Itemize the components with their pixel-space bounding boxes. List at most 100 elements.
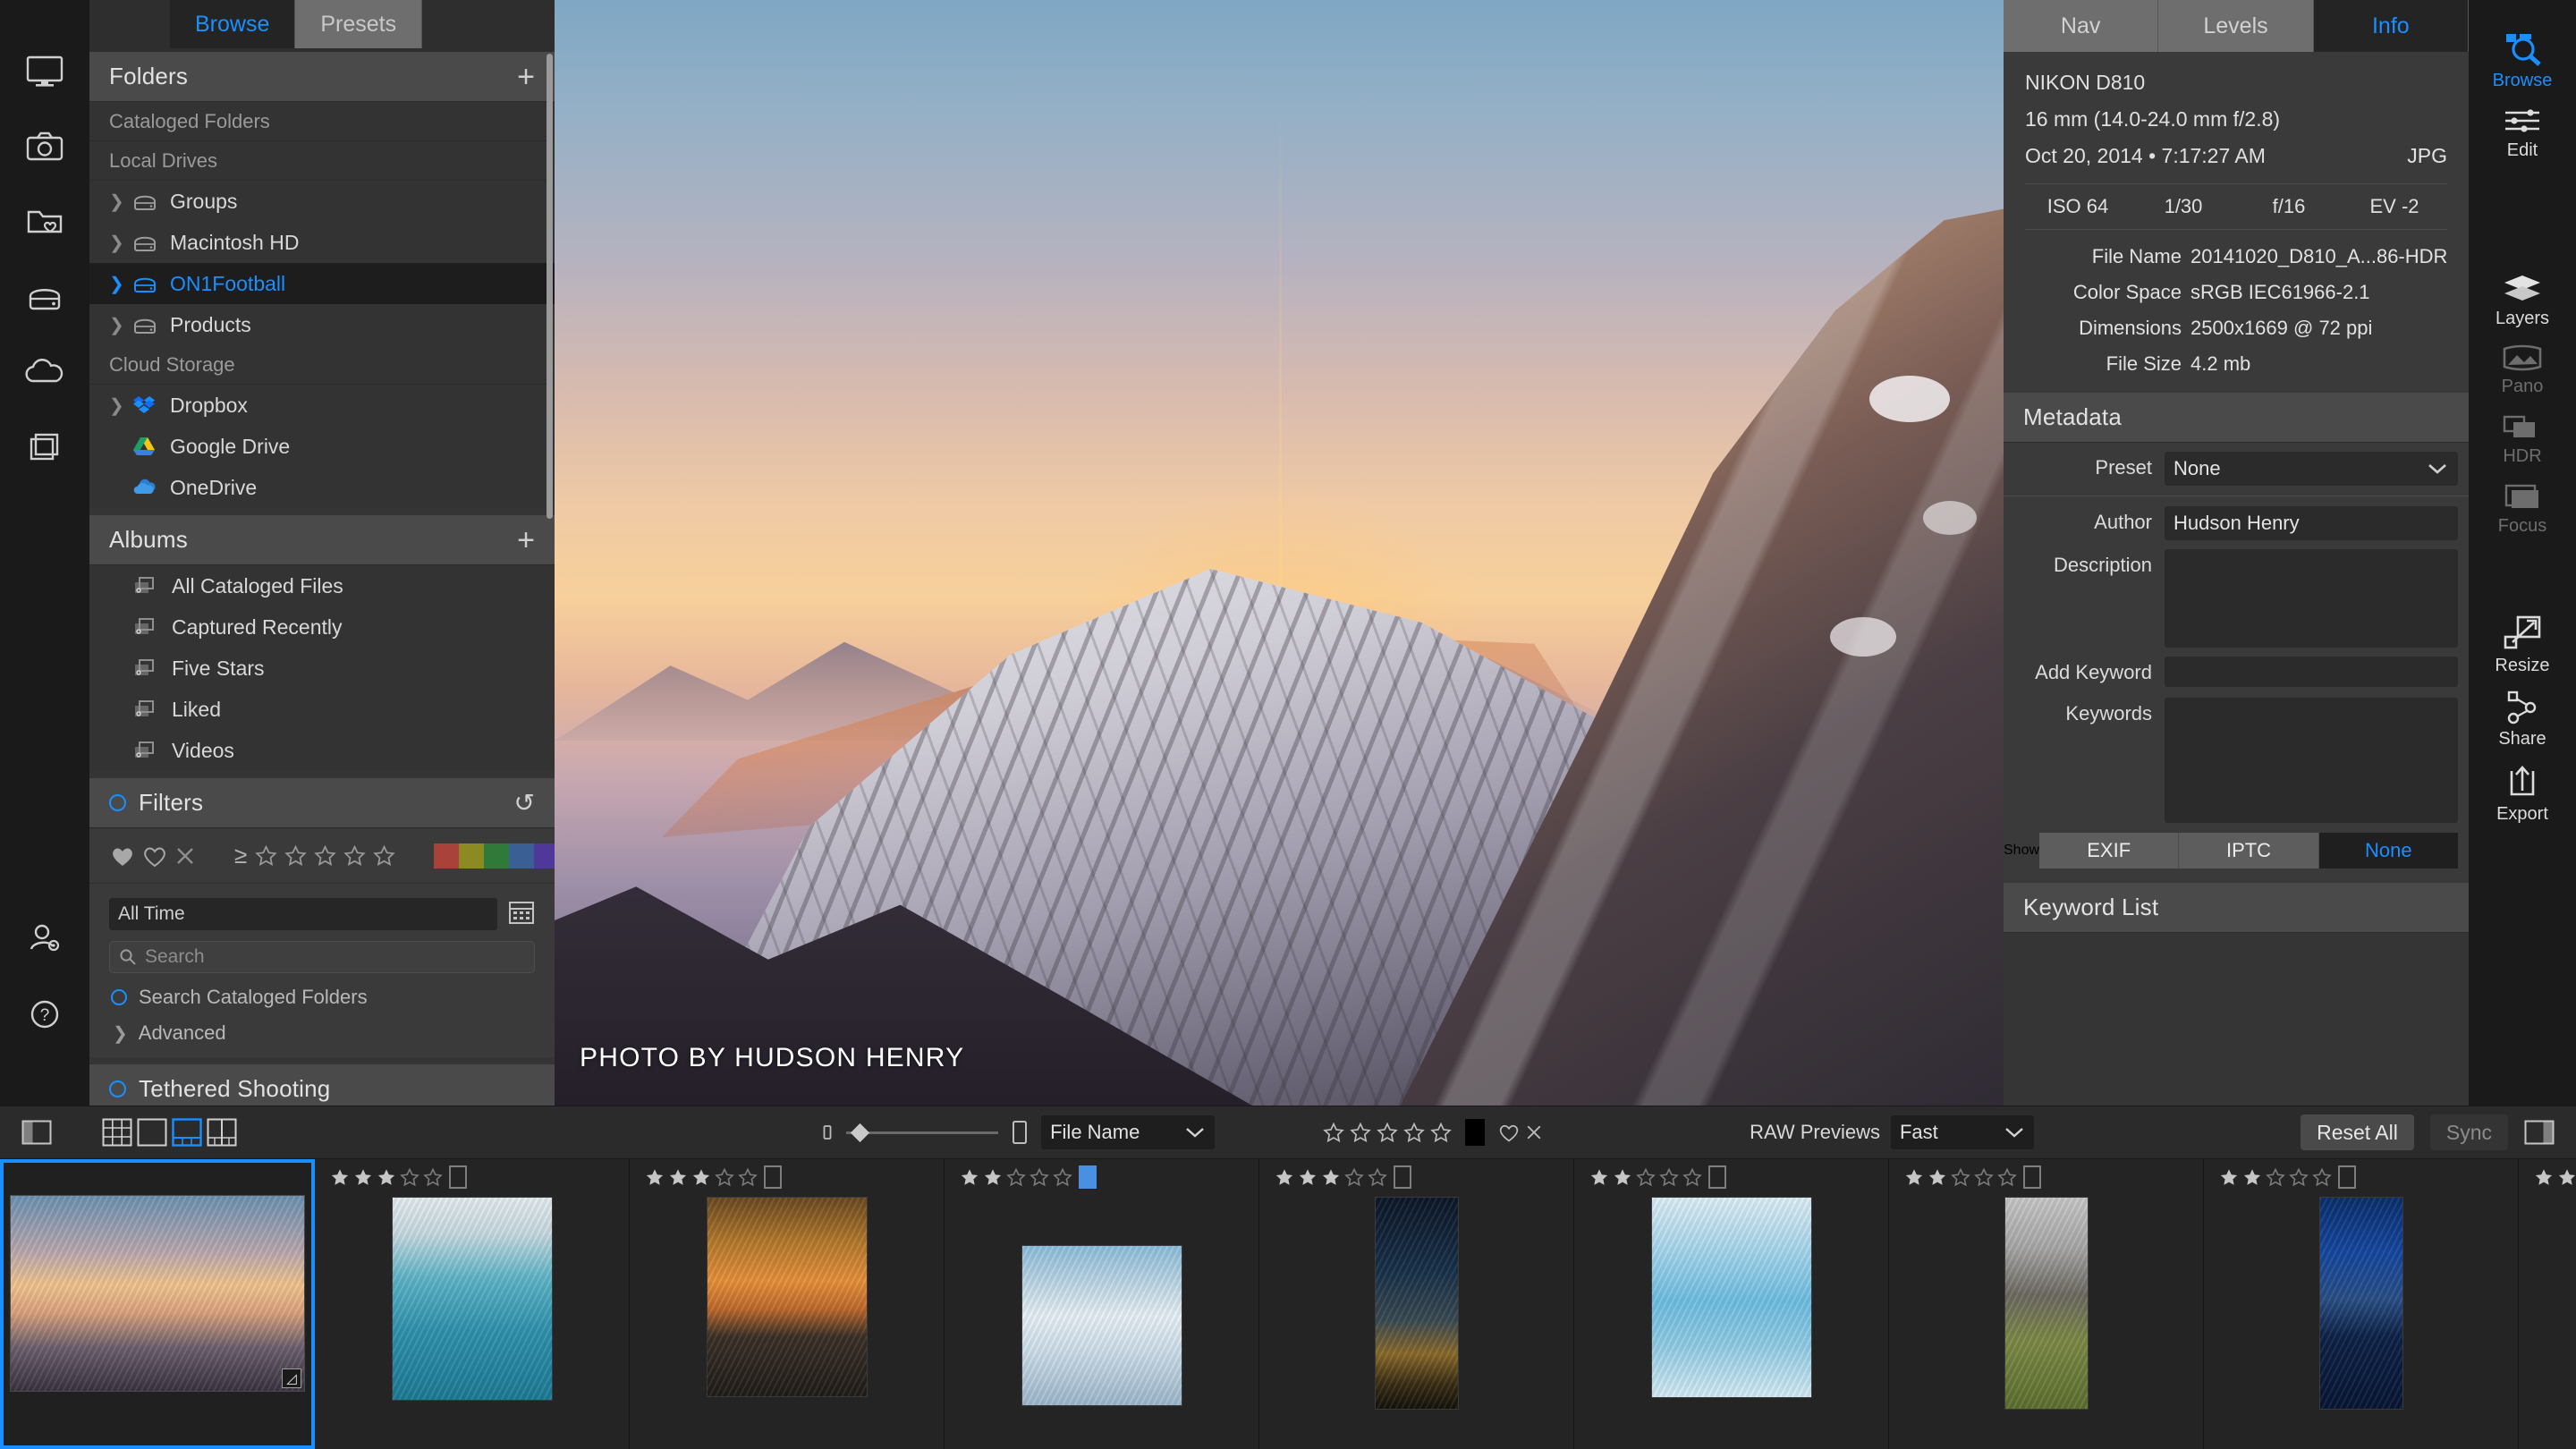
- color-label-box[interactable]: [2023, 1165, 2041, 1189]
- color-label-box-blue[interactable]: [1079, 1165, 1097, 1189]
- folder-item-dropbox[interactable]: ❯ Dropbox: [89, 385, 555, 426]
- star-empty-icon[interactable]: [2265, 1167, 2286, 1188]
- search-cataloged-radio[interactable]: [111, 989, 127, 1005]
- color-label-red[interactable]: [434, 843, 459, 869]
- detail-view-button[interactable]: [137, 1118, 167, 1147]
- color-label-yellow[interactable]: [459, 843, 484, 869]
- module-resize[interactable]: Resize: [2469, 606, 2576, 682]
- star-empty-icon[interactable]: [1052, 1167, 1073, 1188]
- calendar-icon[interactable]: [508, 900, 535, 929]
- album-item-captured-recently[interactable]: Captured Recently: [89, 606, 555, 648]
- reset-filters-icon[interactable]: ↺: [514, 791, 535, 816]
- chevron-right-icon[interactable]: ❯: [109, 191, 132, 213]
- color-label-blue[interactable]: [509, 843, 534, 869]
- albums-header[interactable]: Albums +: [89, 515, 555, 565]
- album-item-all-cataloged-files[interactable]: All Cataloged Files: [89, 565, 555, 606]
- keywords-field[interactable]: [2165, 698, 2458, 823]
- star-empty-icon[interactable]: [1343, 1167, 1365, 1188]
- color-label-green[interactable]: [484, 843, 509, 869]
- star-empty-icon[interactable]: [1029, 1167, 1050, 1188]
- module-layers[interactable]: Layers: [2469, 265, 2576, 335]
- stack-icon[interactable]: [0, 410, 89, 485]
- chevron-right-icon[interactable]: ❯: [109, 273, 132, 295]
- star-filled-icon[interactable]: [667, 1167, 689, 1188]
- add-album-button[interactable]: +: [517, 525, 535, 555]
- module-hdr[interactable]: HDR: [2469, 402, 2576, 472]
- folders-header[interactable]: Folders +: [89, 52, 555, 102]
- star-filled-icon[interactable]: [1612, 1167, 1633, 1188]
- star-empty-icon[interactable]: [714, 1167, 735, 1188]
- album-item-liked[interactable]: Liked: [89, 689, 555, 730]
- account-settings-icon[interactable]: [0, 902, 89, 977]
- star-filled-icon[interactable]: [1927, 1167, 1948, 1188]
- star-empty-icon[interactable]: [1973, 1167, 1995, 1188]
- folder-item-on1football[interactable]: ❯ ON1Football: [89, 263, 555, 304]
- filters-enable-toggle[interactable]: [109, 794, 126, 811]
- star-filled-icon[interactable]: [352, 1167, 374, 1188]
- module-share[interactable]: Share: [2469, 682, 2576, 755]
- tethered-shooting-header[interactable]: Tethered Shooting: [89, 1064, 555, 1106]
- star-empty-icon[interactable]: [422, 1167, 444, 1188]
- raw-previews-dropdown[interactable]: Fast: [1891, 1115, 2034, 1149]
- star-1-icon[interactable]: [254, 844, 278, 868]
- search-cataloged-folders-row[interactable]: Search Cataloged Folders: [89, 973, 555, 1009]
- drive-icon[interactable]: [0, 259, 89, 335]
- tab-levels[interactable]: Levels: [2158, 0, 2313, 52]
- rating-operator[interactable]: ≥: [234, 842, 247, 869]
- star-filled-icon[interactable]: [959, 1167, 980, 1188]
- metadata-header[interactable]: Metadata: [2004, 393, 2469, 443]
- main-image-view[interactable]: PHOTO BY HUDSON HENRY: [555, 0, 2004, 1106]
- display-icon[interactable]: [0, 34, 89, 109]
- star-filled-icon[interactable]: [2556, 1167, 2576, 1188]
- module-pano[interactable]: Pano: [2469, 335, 2576, 402]
- sort-dropdown[interactable]: File Name: [1041, 1115, 1215, 1149]
- filmstrip-view-button[interactable]: [172, 1118, 202, 1147]
- sync-button[interactable]: Sync: [2430, 1114, 2508, 1150]
- star-filled-icon[interactable]: [329, 1167, 351, 1188]
- star-empty-icon[interactable]: [1658, 1167, 1680, 1188]
- filmstrip-item-mountain-sunrise[interactable]: ◿: [0, 1159, 315, 1449]
- description-field[interactable]: [2165, 549, 2458, 648]
- star-filled-icon[interactable]: [1320, 1167, 1342, 1188]
- filmstrip-item-blue-night-lake[interactable]: [2204, 1159, 2519, 1449]
- preset-select[interactable]: None: [2165, 452, 2458, 486]
- thumb-small-icon[interactable]: [821, 1123, 834, 1141]
- star-3-icon[interactable]: [313, 844, 337, 868]
- star-filled-icon[interactable]: [1297, 1167, 1318, 1188]
- album-item-videos[interactable]: Videos: [89, 730, 555, 771]
- author-field[interactable]: Hudson Henry: [2165, 506, 2458, 540]
- color-label-swatch[interactable]: [1465, 1119, 1485, 1146]
- folder-favorite-icon[interactable]: [0, 184, 89, 259]
- thumbnail-size-slider[interactable]: [846, 1131, 998, 1134]
- star-4-icon[interactable]: [1402, 1122, 1426, 1144]
- liked-filled-icon[interactable]: [109, 843, 136, 869]
- star-empty-icon[interactable]: [737, 1167, 758, 1188]
- tab-browse[interactable]: Browse: [170, 0, 295, 48]
- filmstrip-item-partial-next[interactable]: [2519, 1159, 2576, 1449]
- liked-outline-icon[interactable]: [141, 843, 168, 869]
- color-label-box[interactable]: [1708, 1165, 1726, 1189]
- chevron-right-icon[interactable]: ❯: [109, 232, 132, 254]
- slider-track[interactable]: [846, 1131, 998, 1134]
- star-5-icon[interactable]: [372, 844, 396, 868]
- star-empty-icon[interactable]: [1950, 1167, 1971, 1188]
- star-4-icon[interactable]: [343, 844, 367, 868]
- left-panel-scrollbar[interactable]: [547, 54, 553, 519]
- star-empty-icon[interactable]: [2311, 1167, 2333, 1188]
- color-label-box[interactable]: [2338, 1165, 2356, 1189]
- tab-presets[interactable]: Presets: [295, 0, 422, 48]
- grid-view-button[interactable]: [102, 1118, 132, 1147]
- module-export[interactable]: Export: [2469, 755, 2576, 830]
- color-label-box[interactable]: [764, 1165, 782, 1189]
- filmstrip-item-snow-ridge[interactable]: [945, 1159, 1259, 1449]
- reject-x-icon[interactable]: [1524, 1123, 1544, 1142]
- panel-left-icon[interactable]: [21, 1120, 52, 1145]
- help-icon[interactable]: ?: [0, 977, 89, 1052]
- star-empty-icon[interactable]: [1682, 1167, 1703, 1188]
- tab-nav[interactable]: Nav: [2004, 0, 2158, 52]
- chevron-right-icon[interactable]: ❯: [109, 314, 132, 336]
- folder-item-groups[interactable]: ❯ Groups: [89, 181, 555, 222]
- chevron-right-icon[interactable]: ❯: [113, 1022, 128, 1045]
- cloud-icon[interactable]: [0, 335, 89, 410]
- star-filled-icon[interactable]: [2533, 1167, 2555, 1188]
